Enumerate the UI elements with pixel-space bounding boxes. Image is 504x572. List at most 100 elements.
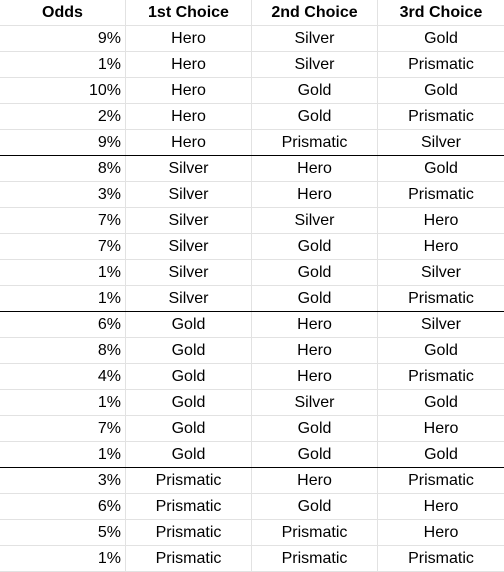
third-choice-cell[interactable]: Hero: [378, 234, 504, 259]
first-choice-cell[interactable]: Prismatic: [126, 546, 252, 571]
second-choice-cell[interactable]: Hero: [252, 312, 378, 337]
third-choice-cell[interactable]: Hero: [378, 208, 504, 233]
table-row: 1% Gold Silver Gold: [0, 390, 504, 416]
first-choice-cell[interactable]: Prismatic: [126, 494, 252, 519]
first-choice-cell[interactable]: Gold: [126, 442, 252, 467]
first-choice-cell[interactable]: Silver: [126, 286, 252, 311]
first-choice-cell[interactable]: Silver: [126, 208, 252, 233]
odds-cell[interactable]: 1%: [0, 546, 126, 571]
odds-cell[interactable]: 9%: [0, 130, 126, 155]
odds-cell[interactable]: 10%: [0, 78, 126, 103]
first-choice-cell[interactable]: Gold: [126, 338, 252, 363]
second-choice-cell[interactable]: Hero: [252, 468, 378, 493]
table-row: 7% Silver Silver Hero: [0, 208, 504, 234]
table-row: 1% Gold Gold Gold: [0, 442, 504, 468]
second-choice-cell[interactable]: Prismatic: [252, 546, 378, 571]
odds-cell[interactable]: 1%: [0, 260, 126, 285]
first-choice-cell[interactable]: Hero: [126, 104, 252, 129]
third-choice-cell[interactable]: Gold: [378, 442, 504, 467]
second-choice-cell[interactable]: Prismatic: [252, 130, 378, 155]
third-choice-cell[interactable]: Prismatic: [378, 52, 504, 77]
second-choice-cell[interactable]: Silver: [252, 52, 378, 77]
odds-cell[interactable]: 1%: [0, 442, 126, 467]
table-row: 1% Silver Gold Silver: [0, 260, 504, 286]
third-choice-cell[interactable]: Hero: [378, 520, 504, 545]
odds-cell[interactable]: 7%: [0, 416, 126, 441]
first-choice-cell[interactable]: Hero: [126, 26, 252, 51]
first-choice-cell[interactable]: Silver: [126, 156, 252, 181]
table-row: 6% Gold Hero Silver: [0, 312, 504, 338]
third-choice-cell[interactable]: Hero: [378, 416, 504, 441]
third-choice-cell[interactable]: Gold: [378, 390, 504, 415]
first-choice-cell[interactable]: Silver: [126, 260, 252, 285]
third-choice-cell[interactable]: Gold: [378, 26, 504, 51]
third-choice-cell[interactable]: Prismatic: [378, 546, 504, 571]
header-odds[interactable]: Odds: [0, 0, 126, 25]
table-row: 8% Silver Hero Gold: [0, 156, 504, 182]
first-choice-cell[interactable]: Prismatic: [126, 468, 252, 493]
odds-cell[interactable]: 6%: [0, 494, 126, 519]
second-choice-cell[interactable]: Gold: [252, 286, 378, 311]
third-choice-cell[interactable]: Gold: [378, 78, 504, 103]
second-choice-cell[interactable]: Hero: [252, 364, 378, 389]
second-choice-cell[interactable]: Gold: [252, 442, 378, 467]
first-choice-cell[interactable]: Gold: [126, 416, 252, 441]
odds-cell[interactable]: 6%: [0, 312, 126, 337]
table-row: 7% Gold Gold Hero: [0, 416, 504, 442]
third-choice-cell[interactable]: Silver: [378, 312, 504, 337]
second-choice-cell[interactable]: Gold: [252, 416, 378, 441]
second-choice-cell[interactable]: Gold: [252, 78, 378, 103]
table-row: 1% Prismatic Prismatic Prismatic: [0, 546, 504, 572]
odds-cell[interactable]: 8%: [0, 156, 126, 181]
third-choice-cell[interactable]: Prismatic: [378, 104, 504, 129]
third-choice-cell[interactable]: Gold: [378, 156, 504, 181]
header-second-choice[interactable]: 2nd Choice: [252, 0, 378, 25]
first-choice-cell[interactable]: Silver: [126, 234, 252, 259]
third-choice-cell[interactable]: Prismatic: [378, 286, 504, 311]
odds-cell[interactable]: 3%: [0, 182, 126, 207]
third-choice-cell[interactable]: Prismatic: [378, 468, 504, 493]
first-choice-cell[interactable]: Gold: [126, 312, 252, 337]
third-choice-cell[interactable]: Gold: [378, 338, 504, 363]
odds-cell[interactable]: 1%: [0, 286, 126, 311]
first-choice-cell[interactable]: Gold: [126, 390, 252, 415]
second-choice-cell[interactable]: Hero: [252, 182, 378, 207]
odds-cell[interactable]: 7%: [0, 234, 126, 259]
first-choice-cell[interactable]: Prismatic: [126, 520, 252, 545]
odds-cell[interactable]: 1%: [0, 52, 126, 77]
odds-cell[interactable]: 9%: [0, 26, 126, 51]
third-choice-cell[interactable]: Prismatic: [378, 364, 504, 389]
second-choice-cell[interactable]: Silver: [252, 208, 378, 233]
third-choice-cell[interactable]: Prismatic: [378, 182, 504, 207]
table-row: 8% Gold Hero Gold: [0, 338, 504, 364]
second-choice-cell[interactable]: Gold: [252, 494, 378, 519]
third-choice-cell[interactable]: Silver: [378, 260, 504, 285]
odds-cell[interactable]: 8%: [0, 338, 126, 363]
odds-cell[interactable]: 5%: [0, 520, 126, 545]
second-choice-cell[interactable]: Gold: [252, 104, 378, 129]
third-choice-cell[interactable]: Silver: [378, 130, 504, 155]
table-row: 1% Silver Gold Prismatic: [0, 286, 504, 312]
second-choice-cell[interactable]: Prismatic: [252, 520, 378, 545]
odds-cell[interactable]: 3%: [0, 468, 126, 493]
first-choice-cell[interactable]: Hero: [126, 130, 252, 155]
odds-cell[interactable]: 7%: [0, 208, 126, 233]
second-choice-cell[interactable]: Hero: [252, 156, 378, 181]
second-choice-cell[interactable]: Silver: [252, 390, 378, 415]
table-row: 9% Hero Silver Gold: [0, 26, 504, 52]
odds-cell[interactable]: 1%: [0, 390, 126, 415]
second-choice-cell[interactable]: Gold: [252, 260, 378, 285]
second-choice-cell[interactable]: Hero: [252, 338, 378, 363]
first-choice-cell[interactable]: Silver: [126, 182, 252, 207]
first-choice-cell[interactable]: Hero: [126, 52, 252, 77]
header-first-choice[interactable]: 1st Choice: [126, 0, 252, 25]
second-choice-cell[interactable]: Gold: [252, 234, 378, 259]
first-choice-cell[interactable]: Gold: [126, 364, 252, 389]
table-row: 9% Hero Prismatic Silver: [0, 130, 504, 156]
header-third-choice[interactable]: 3rd Choice: [378, 0, 504, 25]
third-choice-cell[interactable]: Hero: [378, 494, 504, 519]
first-choice-cell[interactable]: Hero: [126, 78, 252, 103]
second-choice-cell[interactable]: Silver: [252, 26, 378, 51]
odds-cell[interactable]: 4%: [0, 364, 126, 389]
odds-cell[interactable]: 2%: [0, 104, 126, 129]
